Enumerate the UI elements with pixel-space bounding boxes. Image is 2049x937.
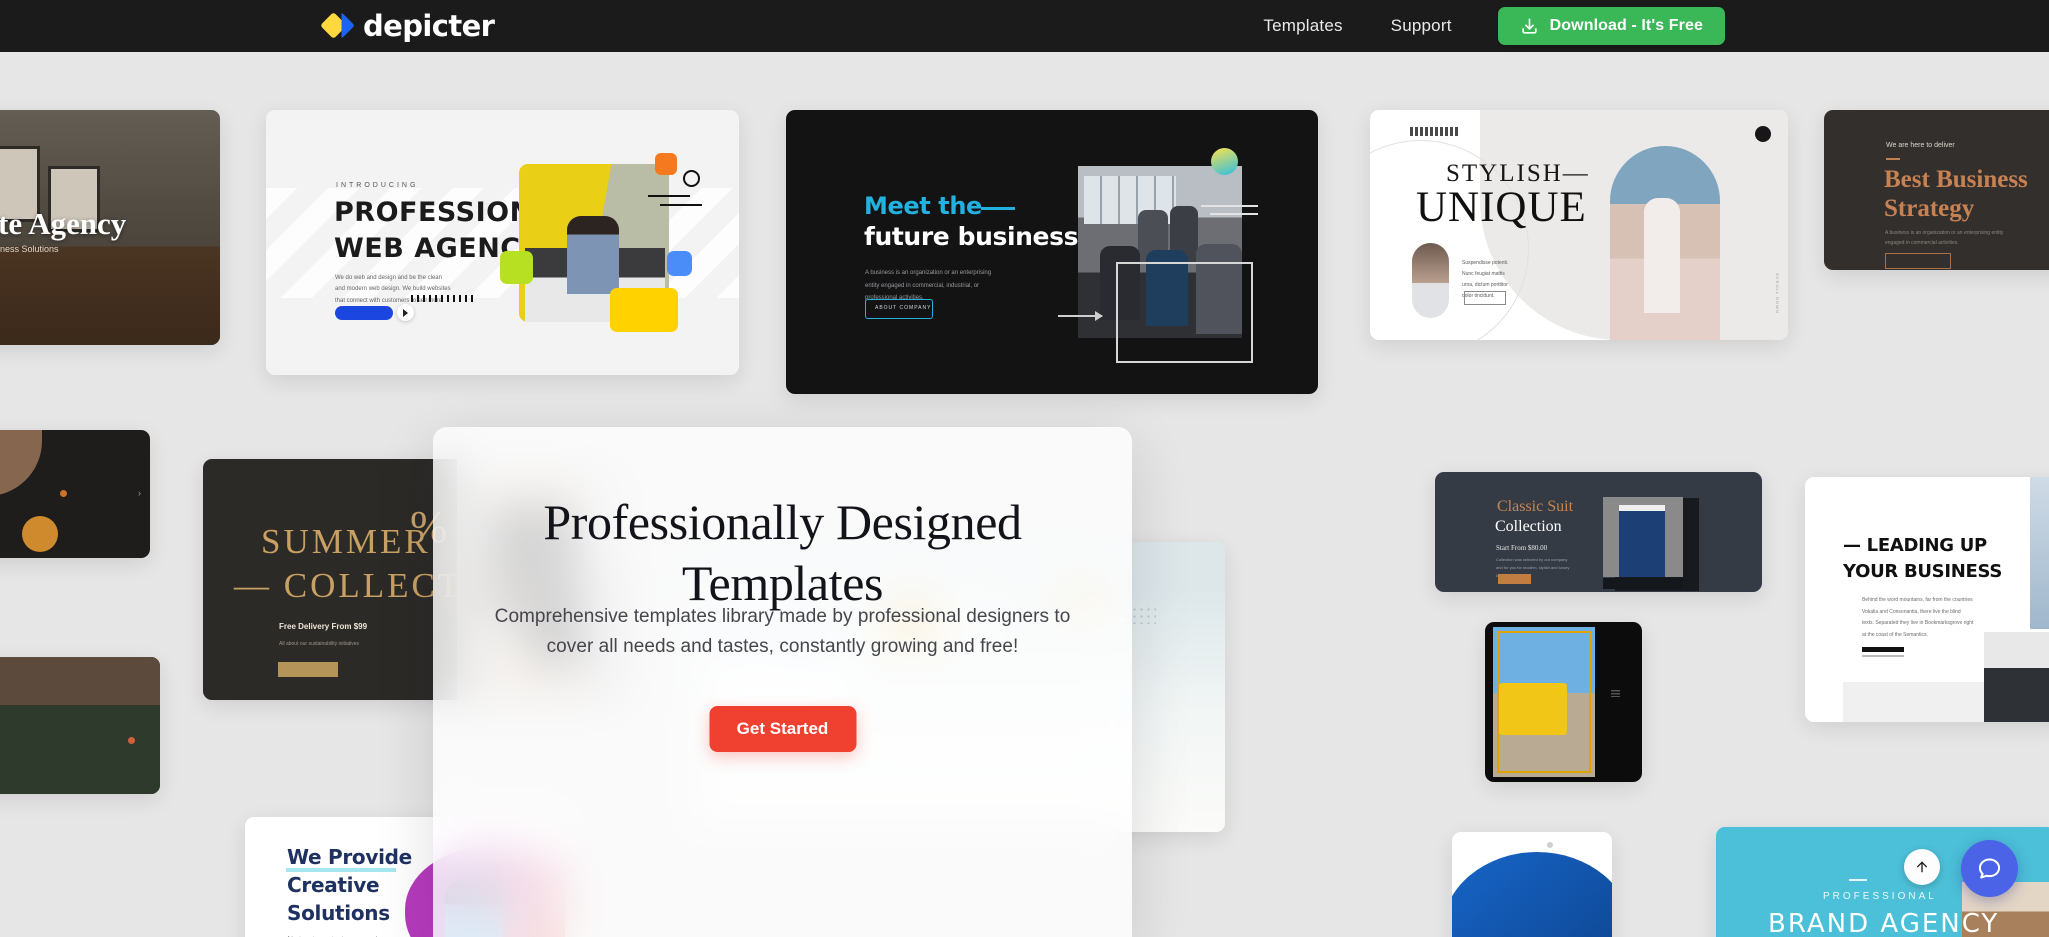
decor-wave-shape	[1452, 852, 1612, 937]
card-subtitle: ness Solutions	[0, 244, 59, 254]
decor-square-green	[500, 251, 533, 284]
template-card-stylish-unique[interactable]: STYLISH— UNIQUE Suspendisse potenti. Nun…	[1370, 110, 1788, 340]
hero-title: Professionally Designed Templates	[543, 494, 1022, 611]
card-body: Behind the word mountains, far from the …	[1862, 597, 1974, 638]
template-card-tablet-mockup[interactable]	[1485, 622, 1642, 782]
card-cta-button[interactable]	[278, 662, 338, 677]
card-cta-label: ABOUT COMPANY	[875, 305, 932, 311]
chat-bubble-icon	[1978, 858, 2001, 879]
card-cta-button[interactable]: ABOUT COMPANY	[865, 299, 933, 319]
card-title-line2: Collection	[1495, 518, 1562, 535]
download-icon	[1521, 18, 1537, 34]
card-kicker: PROFESSIONAL	[1823, 891, 1937, 902]
template-card-blue-wave[interactable]	[1452, 832, 1612, 937]
card-kicker: INTRODUCING	[336, 182, 419, 189]
card-title: te Agency	[0, 206, 127, 241]
card-title-line2: future business	[864, 222, 1079, 251]
template-card-web-agency[interactable]: INTRODUCING PROFESSIONAL WEB AGENCY We do…	[266, 110, 739, 375]
decor-square-yellow	[610, 288, 678, 332]
hero-overlay-card: Professionally Designed Templates Compre…	[433, 427, 1132, 937]
card-cta-button[interactable]	[1885, 253, 1951, 269]
decor-outline-box	[1116, 262, 1253, 363]
arrow-up-icon	[1917, 861, 1927, 873]
card-title-line2: UNIQUE	[1416, 184, 1587, 231]
card-kicker: We are here to deliver	[1886, 142, 1955, 149]
depicter-diamond-logo-icon	[320, 12, 354, 39]
card-body: A business is an organization or an ente…	[1885, 230, 2004, 246]
card-cta-button[interactable]	[335, 306, 393, 320]
decor-dot	[128, 737, 135, 744]
card-brand-mark	[1410, 127, 1458, 136]
template-card-people[interactable]	[0, 657, 160, 794]
template-card-future-business[interactable]: Meet the future business A business is a…	[786, 110, 1318, 394]
hero-cta-button[interactable]: Get Started	[709, 706, 856, 752]
chevron-right-icon[interactable]: ›	[138, 488, 141, 498]
decor-mockup-button	[1611, 690, 1620, 697]
hero-subtitle: Comprehensive templates library made by …	[494, 606, 1071, 658]
site-logo[interactable]: depicter	[320, 8, 495, 43]
card-avatar	[1412, 243, 1449, 318]
card-price: Start From $80.00	[1496, 544, 1548, 552]
card-photo	[1984, 632, 2049, 722]
decor-dash	[1886, 158, 1900, 160]
template-card-best-business[interactable]: We are here to deliver Best Business Stra…	[1824, 110, 2049, 270]
logo-text: depicter	[363, 8, 495, 43]
decor-dash	[1849, 879, 1867, 881]
template-card-corporate-agency[interactable]: te Agency ness Solutions	[0, 110, 220, 345]
decor-blob	[0, 430, 42, 496]
main-nav: Templates Support Download - It's Free	[1239, 0, 1725, 52]
decor-sphere	[1211, 148, 1238, 175]
decor-line	[648, 195, 690, 197]
template-card-classic-suit[interactable]: Classic Suit Collection Start From $80.0…	[1435, 472, 1762, 592]
template-card-model[interactable]: Dress T. Armani Collection ›	[0, 430, 150, 558]
card-product-tile	[1603, 497, 1699, 591]
card-title: Best Business Strategy	[1884, 166, 2028, 222]
card-title-line1: SUMMER	[261, 522, 431, 561]
scroll-to-top-button[interactable]	[1904, 849, 1940, 885]
card-vertical-label: SCROLL DOWN	[1775, 273, 1780, 314]
decor-line	[660, 204, 702, 206]
page-root: depicter Templates Support Download - It…	[0, 0, 2049, 937]
download-button[interactable]: Download - It's Free	[1497, 7, 1725, 45]
decor-underline	[1862, 655, 1904, 657]
decor-dot	[60, 490, 67, 497]
card-photo	[2030, 477, 2049, 629]
decor-ring	[683, 170, 700, 187]
decor-dot	[1755, 126, 1771, 142]
card-body: All about our sustainability initiatives	[279, 641, 360, 647]
card-title: We Provide Creative Solutions	[287, 845, 412, 925]
chat-launcher-button[interactable]	[1961, 840, 2018, 897]
decor-dot	[1547, 842, 1553, 848]
card-delivery-note: Free Delivery From $99	[279, 622, 368, 631]
card-title-line1: Classic Suit	[1497, 498, 1574, 515]
card-body: We do web and design and be the clean an…	[335, 275, 451, 304]
nav-item-templates[interactable]: Templates	[1239, 16, 1366, 36]
decor-wave	[411, 295, 477, 302]
card-title: BRAND AGENCY	[1768, 909, 2000, 937]
card-photo	[1493, 627, 1595, 777]
card-cta-button[interactable]	[1464, 291, 1506, 305]
download-button-label: Download - It's Free	[1549, 17, 1703, 34]
decor-line	[1201, 205, 1258, 207]
decor-square-orange	[655, 153, 677, 175]
card-cta-button[interactable]	[1862, 647, 1904, 652]
decor-dash	[981, 207, 1015, 210]
card-photo	[0, 657, 160, 794]
hero-cta-label: Get Started	[736, 719, 829, 738]
card-title-line1: Meet the	[864, 192, 982, 220]
decor-line	[1210, 213, 1258, 215]
template-card-leading-business[interactable]: — LEADING UP YOUR BUSINESS Behind the wor…	[1805, 477, 2049, 722]
card-photo	[1610, 146, 1720, 340]
nav-item-support[interactable]: Support	[1367, 16, 1476, 36]
card-cta-button[interactable]	[1498, 574, 1531, 584]
decor-square-blue	[667, 251, 692, 276]
decor-arrow-icon	[1058, 311, 1103, 321]
decor-coin	[22, 516, 58, 552]
play-button-icon[interactable]	[397, 304, 414, 321]
card-title: — LEADING UP YOUR BUSINESS	[1843, 535, 2003, 583]
site-header: depicter Templates Support Download - It…	[0, 0, 2049, 52]
